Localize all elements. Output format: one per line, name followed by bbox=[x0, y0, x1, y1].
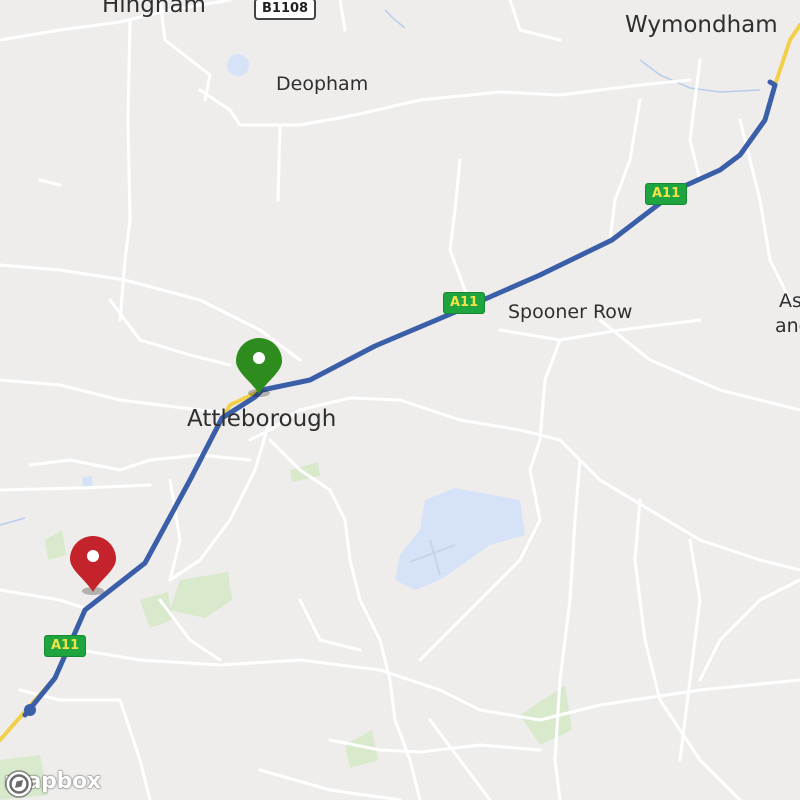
mapbox-logo[interactable]: mapbox bbox=[4, 769, 101, 798]
place-label-spooner-row: Spooner Row bbox=[508, 301, 633, 323]
end-marker[interactable] bbox=[68, 536, 118, 598]
map-pin-icon bbox=[236, 338, 282, 397]
place-label-hingham: Hingham bbox=[102, 0, 206, 18]
map-pin-icon bbox=[70, 536, 116, 595]
place-label-deopham: Deopham bbox=[276, 73, 369, 95]
place-label-ashwellthorpe-top: As bbox=[779, 290, 800, 312]
water-areas bbox=[82, 54, 525, 590]
minor-roads bbox=[0, 0, 800, 800]
road-shield-b1108: B1108 bbox=[254, 0, 317, 20]
map-canvas[interactable]: Hingham Deopham Wymondham Spooner Row At… bbox=[0, 0, 800, 800]
place-label-attleborough: Attleborough bbox=[187, 406, 337, 432]
route-endpoint bbox=[24, 704, 36, 716]
start-marker[interactable] bbox=[234, 338, 284, 400]
a11-trunk-road bbox=[0, 23, 800, 742]
road-shield-a11-north: A11 bbox=[645, 183, 688, 205]
road-shield-a11-south: A11 bbox=[44, 635, 87, 657]
map-layer bbox=[0, 0, 800, 800]
road-shield-a11-mid: A11 bbox=[443, 292, 486, 314]
streams bbox=[0, 9, 761, 526]
place-label-wymondham: Wymondham bbox=[625, 12, 778, 38]
mapbox-icon bbox=[5, 770, 33, 798]
place-label-ashwellthorpe-bottom: and bbox=[775, 315, 800, 337]
